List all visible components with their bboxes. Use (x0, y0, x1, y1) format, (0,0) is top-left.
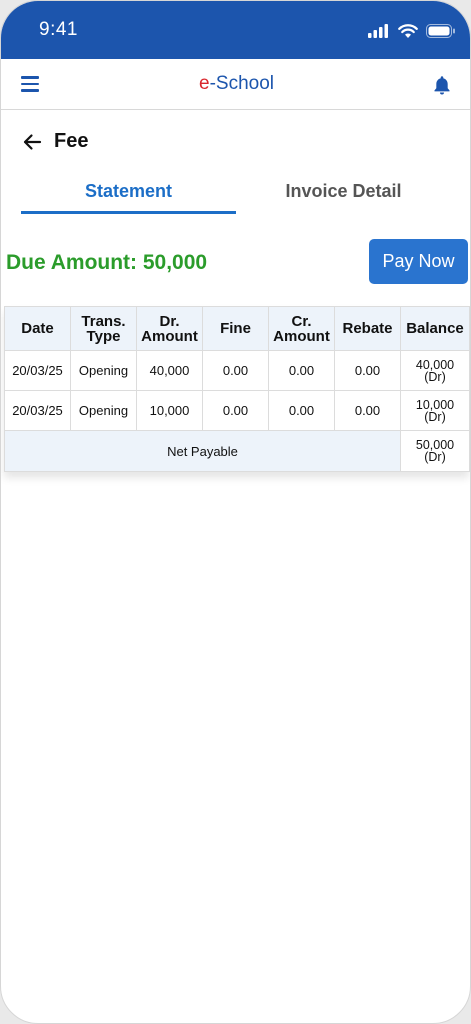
header-text: Fine (220, 320, 251, 337)
cell-rebate: 0.00 (334, 350, 401, 391)
status-icons (368, 21, 456, 41)
fee-statement-table: Date Trans. Type Dr. Amount Fine Cr. Amount… (4, 306, 470, 472)
col-header-date: Date (4, 306, 71, 351)
bell-icon[interactable] (431, 74, 453, 96)
brand-suffix: -School (209, 73, 274, 94)
header-text: Balance (406, 320, 464, 337)
cell-dr-amount: 40,000 (136, 350, 203, 391)
wifi-icon (398, 23, 418, 38)
col-header-balance: Balance (400, 306, 470, 351)
tab-bar: Statement Invoice Detail (1, 173, 470, 215)
cell-trans-type: Opening (70, 350, 137, 391)
header-text: Date (21, 320, 54, 337)
back-arrow-icon[interactable] (22, 132, 42, 152)
status-bar: 9:41 (1, 1, 470, 59)
cell-cr-amount: 0.00 (268, 390, 335, 431)
col-header-cr-amount: Cr. Amount (268, 306, 335, 351)
cell-rebate: 0.00 (334, 390, 401, 431)
cell-date: 20/03/25 (4, 390, 71, 431)
cell-trans-type: Opening (70, 390, 137, 431)
col-header-rebate: Rebate (334, 306, 401, 351)
cell-balance: 10,000 (Dr) (400, 390, 470, 431)
header-text: Rebate (342, 320, 393, 337)
app-header: e-School (1, 59, 470, 110)
balance-note: (Dr) (424, 450, 446, 464)
status-time: 9:41 (39, 19, 78, 40)
active-tab-indicator (21, 211, 236, 214)
table-row: 20/03/25 Opening 10,000 0.00 0.00 0.00 1… (4, 390, 470, 431)
col-header-dr-amount: Dr. Amount (136, 306, 203, 351)
battery-icon (426, 24, 455, 38)
balance-note: (Dr) (424, 369, 446, 384)
net-payable-label: Net Payable (4, 430, 401, 472)
page-title: Fee (54, 130, 89, 152)
col-header-trans-type: Trans. Type (70, 306, 137, 351)
tab-invoice-detail[interactable]: Invoice Detail (236, 181, 451, 202)
net-payable-row: Net Payable 50,000 (Dr) (4, 430, 470, 472)
brand-logo: e-School (1, 73, 470, 95)
col-header-fine: Fine (202, 306, 269, 351)
due-amount: Due Amount: 50,000 (6, 251, 208, 274)
tab-statement[interactable]: Statement (21, 181, 236, 202)
cell-balance: 40,000 (Dr) (400, 350, 470, 391)
cell-fine: 0.00 (202, 390, 269, 431)
cell-cr-amount: 0.00 (268, 350, 335, 391)
header-text: Amount (273, 327, 330, 345)
pay-now-button[interactable]: Pay Now (369, 239, 468, 284)
header-text: Amount (141, 327, 198, 345)
phone-screen: 9:41 e-School Fee Statement Invoice Deta… (0, 0, 471, 1024)
header-text: Type (86, 327, 121, 345)
page-title-bar: Fee (1, 111, 470, 171)
cell-date: 20/03/25 (4, 350, 71, 391)
balance-note: (Dr) (424, 409, 446, 424)
table-row: 20/03/25 Opening 40,000 0.00 0.00 0.00 4… (4, 350, 470, 391)
cell-fine: 0.00 (202, 350, 269, 391)
net-payable-balance: 50,000 (Dr) (400, 430, 470, 472)
brand-prefix: e (199, 73, 210, 94)
signal-icon (368, 24, 388, 38)
table-header-row: Date Trans. Type Dr. Amount Fine Cr. Amount… (4, 306, 470, 351)
cell-dr-amount: 10,000 (136, 390, 203, 431)
